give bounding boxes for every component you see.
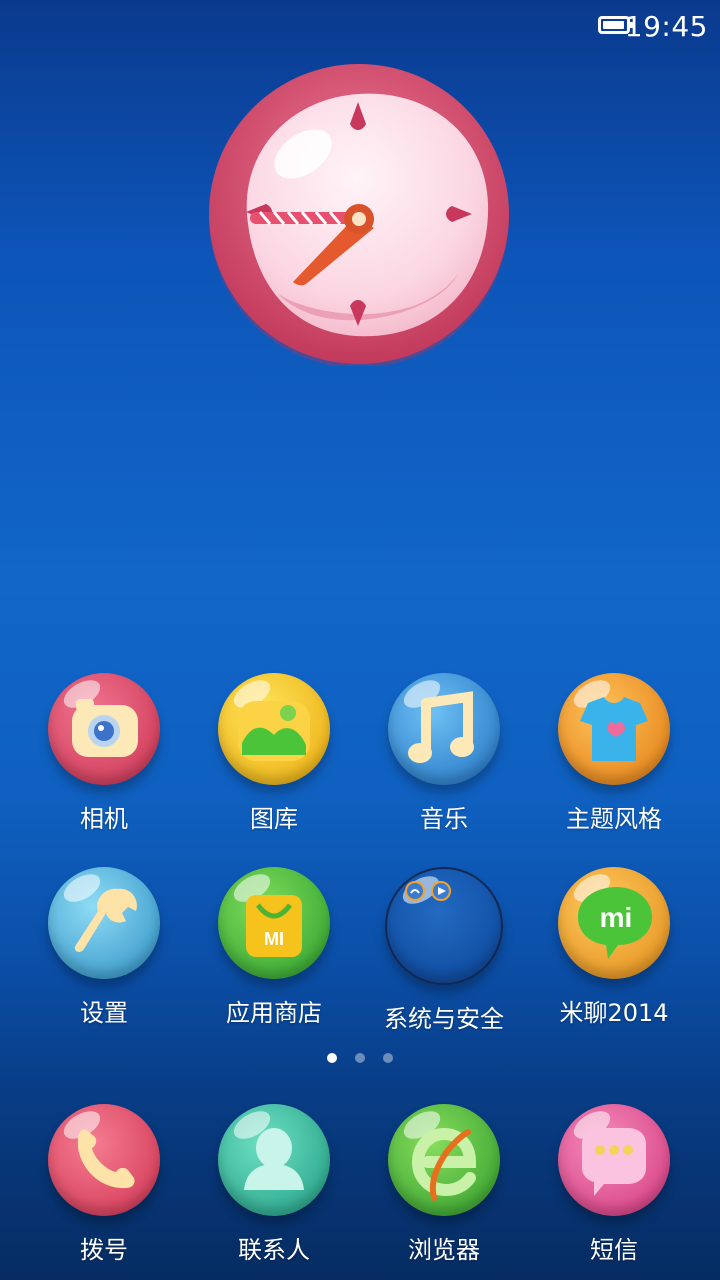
app-gallery[interactable]: 图库 [189,673,359,834]
app-label: 应用商店 [226,999,322,1027]
page-dot-2[interactable] [355,1053,365,1063]
app-label: 图库 [250,805,298,833]
app-browser[interactable]: 浏览器 [359,1104,529,1265]
app-label: 相机 [80,805,128,833]
gallery-icon [218,673,330,785]
analog-clock-icon [209,64,509,368]
app-label: 拨号 [80,1236,128,1264]
svg-text:MI: MI [264,929,284,949]
app-contacts[interactable]: 联系人 [189,1104,359,1265]
app-store-bag-icon: MI [218,867,330,979]
app-label: 主题风格 [566,805,662,833]
contacts-icon [218,1104,330,1216]
music-icon [388,673,500,785]
app-label: 设置 [80,999,128,1027]
page-dot-1[interactable] [327,1053,337,1063]
mi-chat-icon: mi [558,867,670,979]
battery-level [603,21,624,29]
page-dot-3[interactable] [383,1053,393,1063]
app-label: 浏览器 [408,1236,480,1264]
home-screen: 19:45 相机 图库 音乐 主题风格 设置 MI 应用商店 系统与安全 mi … [0,0,720,1280]
app-label: 米聊2014 [559,999,669,1027]
svg-text:mi: mi [600,902,633,933]
app-store[interactable]: MI 应用商店 [189,867,359,1028]
status-time: 19:45 [624,10,708,43]
analog-clock-widget[interactable] [208,64,510,368]
app-label: 短信 [590,1236,638,1264]
system-security-folder-icon [385,867,503,985]
status-bar: 19:45 [0,0,720,52]
app-system-security-folder[interactable]: 系统与安全 [359,867,529,1034]
app-music[interactable]: 音乐 [359,673,529,834]
app-settings[interactable]: 设置 [19,867,189,1028]
app-theme[interactable]: 主题风格 [529,673,699,834]
theme-shirt-icon [558,673,670,785]
app-label: 系统与安全 [384,1005,504,1033]
browser-icon [388,1104,500,1216]
app-messages[interactable]: 短信 [529,1104,699,1265]
app-phone[interactable]: 拨号 [19,1104,189,1265]
app-label: 音乐 [420,805,468,833]
message-icon [558,1104,670,1216]
settings-wrench-icon [48,867,160,979]
camera-icon [48,673,160,785]
app-mi-chat[interactable]: mi 米聊2014 [529,867,699,1028]
page-indicator [0,1048,720,1067]
app-label: 联系人 [238,1236,310,1264]
phone-icon [48,1104,160,1216]
app-camera[interactable]: 相机 [19,673,189,834]
